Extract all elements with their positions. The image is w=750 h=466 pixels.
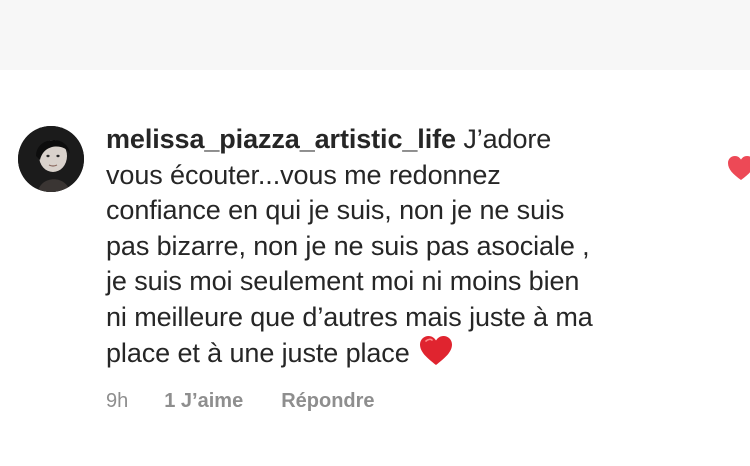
comment-line-4: pas bizarre, non je ne suis pas asociale… — [106, 230, 590, 261]
comment-line-1: J’adore — [463, 124, 552, 154]
heart-icon[interactable] — [726, 154, 750, 182]
comment-meta: 9h 1 J’aime Répondre — [106, 390, 375, 413]
comment-line-2: vous écouter...vous me redonnez — [106, 159, 501, 190]
red-heart-emoji — [419, 335, 453, 376]
comment-line-3: confiance en qui je suis, non je ne suis — [106, 195, 565, 225]
avatar[interactable] — [18, 126, 84, 192]
comment-line-7: place et à une juste place — [106, 338, 410, 368]
comment-item: melissa_piazza_artistic_life J’adore vous… — [0, 0, 750, 466]
comment-username[interactable]: melissa_piazza_artistic_life — [106, 124, 456, 154]
comment-line-5: je suis moi seulement moi ni moins bien — [106, 266, 580, 296]
comment-time: 9h — [106, 390, 129, 412]
likes-count[interactable]: 1 J’aime — [164, 390, 243, 413]
reply-button[interactable]: Répondre — [281, 390, 374, 413]
comment-body: melissa_piazza_artistic_life J’adore vous… — [106, 122, 706, 376]
profile-photo-avatar — [18, 126, 84, 192]
comment-line-6: ni meilleure que d’autres mais juste à m… — [106, 301, 593, 332]
